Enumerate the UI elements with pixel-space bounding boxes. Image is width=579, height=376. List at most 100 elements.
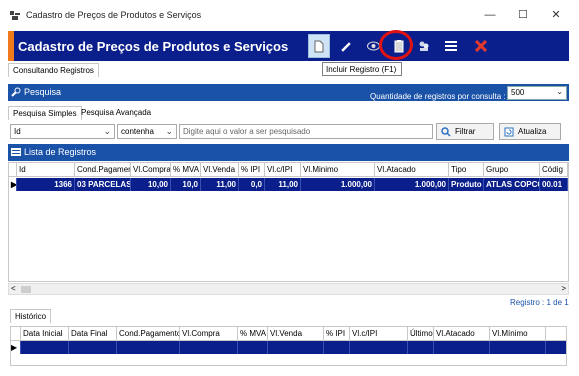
- page-title: Cadastro de Preços de Produtos e Serviço…: [18, 39, 289, 54]
- field-select-value: Id: [14, 127, 21, 136]
- cell-tipo: Produto: [449, 178, 484, 191]
- app-window: Cadastro de Preços de Produtos e Serviço…: [0, 0, 579, 376]
- chevron-down-icon: ⌄: [103, 126, 111, 136]
- refresh-button-label: Atualiza: [518, 127, 547, 136]
- cell-codigo: 00.01: [540, 178, 568, 191]
- column-header[interactable]: Códig: [540, 163, 568, 176]
- header-band: Cadastro de Preços de Produtos e Serviço…: [8, 31, 569, 61]
- column-header[interactable]: Vl.c/IPI: [265, 163, 301, 176]
- history-column-header[interactable]: Vl.Compra: [180, 327, 238, 340]
- app-icon: [10, 11, 20, 20]
- column-header[interactable]: Vl.Atacado: [375, 163, 449, 176]
- window-title: Cadastro de Preços de Produtos e Serviço…: [26, 10, 202, 20]
- history-column-header[interactable]: Data Inicial: [21, 327, 69, 340]
- filter-button[interactable]: Filtrar: [436, 123, 494, 140]
- refresh-icon: [504, 127, 514, 136]
- history-cell: [238, 341, 268, 354]
- search-band-title: Pesquisa: [24, 87, 62, 97]
- tab-simple-search[interactable]: Pesquisa Simples: [8, 106, 82, 120]
- scroll-right-arrow[interactable]: >: [561, 284, 566, 293]
- quantity-value: 500: [511, 88, 525, 97]
- history-cell: [408, 341, 434, 354]
- search-input[interactable]: Digite aqui o valor a ser pesquisado: [179, 124, 433, 139]
- history-cell: [490, 341, 546, 354]
- history-cell: [69, 341, 117, 354]
- history-row[interactable]: ▶: [11, 341, 566, 354]
- delete-x-icon: [475, 40, 487, 52]
- column-header[interactable]: Cond.Pagamento: [75, 163, 131, 176]
- history-row-indicator: ▶: [11, 341, 21, 354]
- list-band: Lista de Registros: [8, 144, 569, 161]
- maximize-button[interactable]: ☐: [513, 6, 533, 24]
- search-icon: [441, 126, 451, 137]
- edit-pencil-icon: [341, 42, 351, 52]
- row-indicator: ▶: [9, 178, 17, 191]
- column-header[interactable]: Vl.Minimo: [301, 163, 375, 176]
- column-header[interactable]: Id: [17, 163, 75, 176]
- table-row[interactable]: ▶ 1366 03 PARCELAS 10,00 10,0 11,00 0,0 …: [9, 178, 568, 191]
- cell-mva: 10,0: [171, 178, 201, 191]
- cell-cond-pagamento: 03 PARCELAS: [77, 178, 131, 191]
- column-header[interactable]: Tipo: [449, 163, 484, 176]
- history-cell: [180, 341, 238, 354]
- history-column-header[interactable]: Cond.Pagamento: [117, 327, 180, 340]
- field-select[interactable]: Id ⌄: [10, 124, 115, 139]
- cell-vl-venda: 11,00: [201, 178, 239, 191]
- record-count: Registro : 1 de 1: [510, 298, 569, 307]
- operator-select-value: contenha: [121, 127, 154, 136]
- history-column-header[interactable]: Vl.Atacado: [434, 327, 490, 340]
- history-cell: [324, 341, 350, 354]
- history-column-header[interactable]: % MVA: [238, 327, 268, 340]
- refresh-button[interactable]: Atualiza: [499, 123, 561, 140]
- history-cell: [117, 341, 180, 354]
- list-icon: [11, 148, 21, 156]
- history-column-header[interactable]: Vl.c/IPI: [350, 327, 408, 340]
- horizontal-scrollbar[interactable]: < >: [8, 283, 569, 295]
- menu-button[interactable]: [440, 34, 462, 58]
- minimize-button[interactable]: —: [480, 6, 500, 24]
- grid-header-indicator: [9, 163, 17, 176]
- column-header[interactable]: Vl.Compra: [131, 163, 171, 176]
- column-header[interactable]: % IPI: [239, 163, 265, 176]
- chevron-down-icon: ⌄: [165, 126, 173, 136]
- history-cell: [434, 341, 490, 354]
- history-column-header[interactable]: Vl.Venda: [268, 327, 324, 340]
- history-column-header[interactable]: Último: [408, 327, 434, 340]
- cell-id: 1366: [17, 178, 75, 191]
- users-button[interactable]: [413, 34, 435, 58]
- cell-vl-atacado: 1.000,00: [375, 178, 449, 191]
- search-band-icon: [11, 87, 21, 97]
- history-grid[interactable]: Data Inicial Data Final Cond.Pagamento V…: [10, 326, 567, 366]
- title-bar: Cadastro de Preços de Produtos e Serviço…: [0, 0, 579, 30]
- history-grid-header: Data Inicial Data Final Cond.Pagamento V…: [11, 327, 566, 341]
- history-cell: [350, 341, 408, 354]
- column-header[interactable]: Grupo: [484, 163, 540, 176]
- highlight-circle: [379, 30, 413, 60]
- operator-select[interactable]: contenha ⌄: [117, 124, 177, 139]
- header-accent: [8, 31, 14, 61]
- column-header[interactable]: Vl.Venda: [201, 163, 239, 176]
- new-document-button[interactable]: [308, 34, 330, 58]
- tab-history[interactable]: Histórico: [10, 309, 52, 323]
- cell-vl-c-ipi: 11,00: [265, 178, 301, 191]
- history-column-header[interactable]: Data Final: [69, 327, 117, 340]
- view-eye-icon: [366, 41, 380, 51]
- filter-button-label: Filtrar: [455, 127, 476, 136]
- tab-consulting[interactable]: Consultando Registros: [8, 63, 99, 77]
- history-column-header[interactable]: % IPI: [324, 327, 350, 340]
- tab-advanced-search[interactable]: Pesquisa Avançada: [77, 106, 155, 120]
- delete-button[interactable]: [470, 34, 492, 58]
- cell-vl-compra: 10,00: [131, 178, 171, 191]
- column-header[interactable]: % MVA: [171, 163, 201, 176]
- history-column-header[interactable]: Vl.Mínimo: [490, 327, 546, 340]
- records-grid[interactable]: Id Cond.Pagamento Vl.Compra % MVA Vl.Ven…: [8, 162, 569, 282]
- close-button[interactable]: ✕: [546, 6, 566, 24]
- grid-header: Id Cond.Pagamento Vl.Compra % MVA Vl.Ven…: [9, 163, 568, 177]
- quantity-select[interactable]: 500 ⌄: [507, 86, 567, 100]
- scroll-thumb[interactable]: [21, 286, 31, 293]
- list-title: Lista de Registros: [24, 147, 97, 157]
- cell-grupo: ATLAS COPCO: [486, 178, 540, 191]
- edit-button[interactable]: [335, 34, 357, 58]
- history-cell: [268, 341, 324, 354]
- scroll-left-arrow[interactable]: <: [11, 284, 16, 293]
